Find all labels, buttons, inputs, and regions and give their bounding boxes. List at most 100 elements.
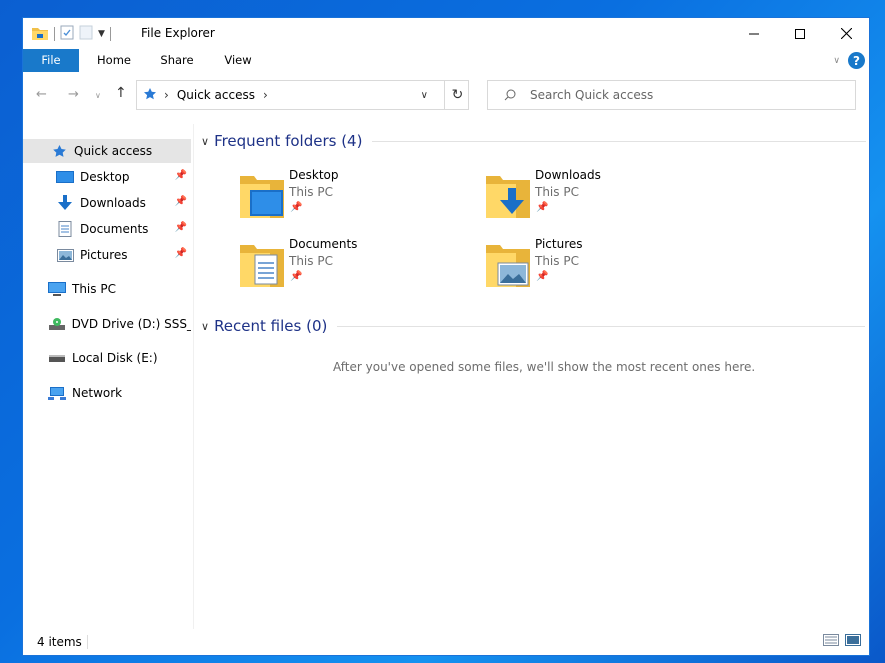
documents-icon [56, 221, 74, 237]
back-arrow-icon[interactable]: ← [36, 87, 47, 102]
close-icon [840, 28, 852, 39]
pin-icon: 📌 [174, 196, 187, 207]
address-dropdown-icon[interactable]: ∨ [421, 90, 428, 101]
new-folder-icon[interactable] [79, 25, 93, 43]
sidebar-item-dvd-drive[interactable]: DVD Drive (D:) SSS_X6 [23, 312, 191, 336]
frequent-folders-header[interactable]: ∨ Frequent folders (4) [201, 132, 867, 150]
minimize-icon [749, 33, 759, 34]
quick-access-toolbar: ▼ [31, 25, 111, 43]
close-button[interactable] [823, 18, 869, 49]
status-item-count: 4 items [37, 635, 82, 649]
breadcrumb-separator-icon: › [263, 88, 268, 102]
divider [109, 27, 111, 41]
documents-folder-icon [240, 245, 284, 287]
sidebar-item-label: DVD Drive (D:) SSS_X6 [71, 317, 191, 331]
folder-name: Pictures [535, 237, 583, 251]
sidebar-item-this-pc[interactable]: This PC [23, 277, 191, 301]
network-icon [48, 385, 66, 401]
pin-icon: 📌 [174, 248, 187, 259]
folder-location: This PC [289, 254, 333, 268]
folder-location: This PC [535, 185, 579, 199]
divider [54, 27, 55, 41]
sidebar-item-desktop[interactable]: Desktop 📌 [23, 165, 191, 189]
breadcrumb-location[interactable]: Quick access [177, 88, 255, 102]
dvd-drive-icon [48, 316, 66, 332]
recent-locations-icon[interactable]: ∨ [95, 91, 101, 100]
sidebar-item-quick-access[interactable]: Quick access [23, 139, 191, 163]
folder-name: Desktop [289, 168, 339, 182]
local-disk-icon [48, 350, 66, 366]
sidebar-item-downloads[interactable]: Downloads 📌 [23, 191, 191, 215]
sidebar-item-label: This PC [72, 282, 116, 296]
sidebar-item-pictures[interactable]: Pictures 📌 [23, 243, 191, 267]
navigation-pane: Quick access Desktop 📌 Downloads 📌 Docum… [23, 124, 194, 629]
folder-name: Documents [289, 237, 358, 251]
ribbon-controls: ∨ ? [833, 52, 865, 69]
divider [87, 635, 88, 649]
sidebar-item-documents[interactable]: Documents 📌 [23, 217, 191, 241]
maximize-icon [795, 28, 805, 39]
chevron-down-icon: ∨ [201, 319, 210, 333]
refresh-icon: ↻ [451, 87, 464, 103]
divider [372, 140, 867, 142]
sidebar-item-network[interactable]: Network [23, 381, 191, 405]
pictures-folder-icon [486, 245, 530, 287]
folder-location: This PC [535, 254, 579, 268]
large-icons-view-icon[interactable] [845, 634, 861, 649]
pin-icon: 📌 [174, 222, 187, 233]
sidebar-item-label: Network [72, 386, 123, 400]
folder-location: This PC [289, 185, 333, 199]
folder-name: Downloads [535, 168, 601, 182]
desktop-icon [56, 169, 74, 185]
quick-access-star-icon [50, 143, 68, 159]
recent-files-header[interactable]: ∨ Recent files (0) [201, 317, 866, 335]
refresh-button[interactable]: ↻ [444, 80, 470, 110]
details-view-icon[interactable] [823, 634, 839, 649]
sidebar-item-label: Quick access [74, 144, 153, 158]
tab-view[interactable]: View [217, 49, 259, 72]
tab-share[interactable]: Share [154, 49, 200, 72]
tab-home[interactable]: Home [89, 49, 139, 72]
address-bar[interactable]: › Quick access › ∨ [136, 80, 469, 110]
properties-icon[interactable] [60, 25, 74, 43]
expand-ribbon-icon[interactable]: ∨ [833, 56, 840, 66]
pin-icon: 📌 [290, 271, 303, 282]
pictures-icon [56, 247, 74, 263]
folder-desktop[interactable]: Desktop This PC 📌 [240, 168, 470, 228]
window-title: File Explorer [141, 26, 215, 40]
chevron-down-icon: ∨ [201, 134, 210, 148]
desktop-folder-icon [240, 176, 284, 218]
view-switcher [823, 634, 861, 649]
file-explorer-window: ▼ File Explorer File Home Share View ∨ ?… [22, 17, 870, 656]
address-row: ← → ∨ ↑ › Quick access › ∨ ↻ Search Quic… [23, 80, 869, 112]
help-icon[interactable]: ? [848, 52, 865, 69]
customize-toolbar-icon[interactable]: ▼ [98, 29, 105, 39]
ribbon-tabs: File Home Share View ∨ ? [23, 49, 869, 72]
maximize-button[interactable] [777, 18, 823, 49]
search-input[interactable]: Search Quick access [530, 88, 653, 102]
pin-icon: 📌 [536, 202, 549, 213]
this-pc-icon [48, 281, 66, 297]
search-icon [504, 89, 516, 101]
divider [337, 325, 866, 327]
pin-icon: 📌 [290, 202, 303, 213]
recent-files-empty-message: After you've opened some files, we'll sh… [333, 360, 756, 374]
recent-files-title: Recent files (0) [214, 317, 328, 335]
sidebar-item-label: Desktop [80, 170, 130, 184]
folder-documents[interactable]: Documents This PC 📌 [240, 237, 470, 297]
title-bar: ▼ File Explorer [23, 18, 869, 49]
downloads-folder-icon [486, 176, 530, 218]
up-arrow-icon[interactable]: ↑ [115, 85, 127, 101]
sidebar-item-label: Downloads [80, 196, 146, 210]
sidebar-item-label: Local Disk (E:) [72, 351, 158, 365]
folder-downloads[interactable]: Downloads This PC 📌 [486, 168, 716, 228]
folder-pictures[interactable]: Pictures This PC 📌 [486, 237, 716, 297]
tab-file[interactable]: File [23, 49, 79, 72]
sidebar-item-local-disk[interactable]: Local Disk (E:) [23, 346, 191, 370]
forward-arrow-icon[interactable]: → [68, 87, 79, 102]
sidebar-item-label: Pictures [80, 248, 128, 262]
search-box[interactable]: Search Quick access [487, 80, 856, 110]
minimize-button[interactable] [731, 18, 777, 49]
downloads-icon [56, 195, 74, 211]
frequent-folders-title: Frequent folders (4) [214, 132, 363, 150]
